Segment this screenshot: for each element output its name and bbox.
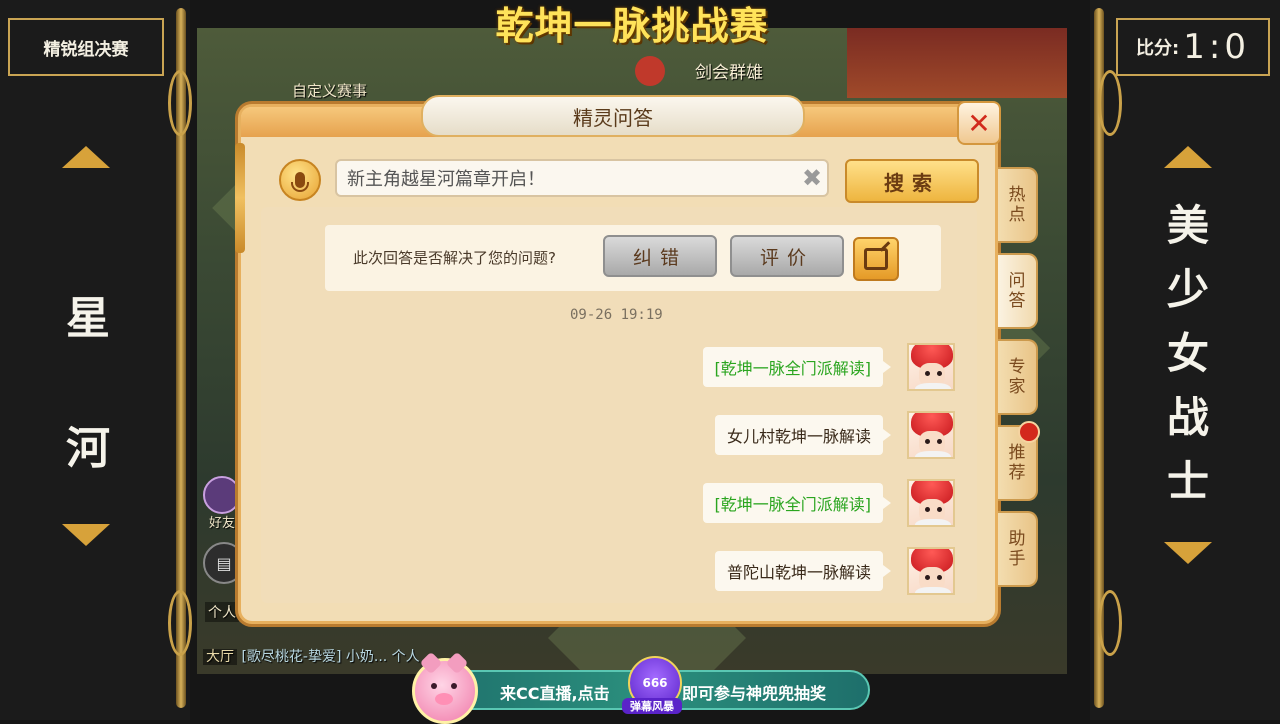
dialog-title: 精灵问答 (421, 95, 805, 137)
voice-input-button[interactable] (279, 159, 321, 201)
close-icon: ✕ (967, 106, 991, 140)
share-button[interactable] (853, 237, 899, 281)
chat-message: [乾坤一脉全门派解读] (655, 479, 955, 527)
avatar (907, 547, 955, 595)
tab-assistant[interactable]: 助手 (998, 511, 1038, 587)
right-ornament-bottom (1098, 590, 1122, 656)
avatar (907, 479, 955, 527)
left-team-name: 星河 (66, 293, 110, 474)
left-team-panel: 精锐组决赛 星河 (0, 0, 192, 720)
scene-building (847, 28, 1067, 98)
arena-label: 剑会群雄 (695, 63, 763, 83)
arena-badge-icon[interactable] (635, 56, 665, 86)
avatar (907, 411, 955, 459)
spirit-qa-dialog: 精灵问答 ✕ ✖ 搜索 此次回答是否解决了您的问题? 纠错 评价 09-26 1… (235, 95, 1040, 624)
score-box: 比分: 1:0 (1116, 18, 1270, 76)
chat-message: 普陀山乾坤一脉解读 (655, 547, 955, 595)
tab-expert[interactable]: 专家 (998, 339, 1038, 415)
close-button[interactable]: ✕ (957, 101, 1001, 145)
chevron-up-icon (62, 146, 110, 168)
rate-button[interactable]: 评价 (730, 235, 844, 277)
microphone-icon (291, 172, 309, 192)
chat-message: 女儿村乾坤一脉解读 (655, 411, 955, 459)
tassel-ornament (235, 143, 245, 253)
banner-text-right: 即可参与神兜兜抽奖 (682, 684, 827, 703)
right-team-panel: 比分: 1:0 美少女战士 (1090, 0, 1280, 720)
correct-error-button[interactable]: 纠错 (603, 235, 717, 277)
right-team-name: 美少女战士 (1166, 201, 1209, 506)
search-button[interactable]: 搜索 (845, 159, 979, 203)
message-bubble[interactable]: [乾坤一脉全门派解读] (702, 483, 891, 523)
banner-text-left: 来CC直播,点击 (500, 684, 610, 703)
chat-snippet: [歌尽桃花-挚爱] 小奶... 个人 (241, 649, 420, 665)
personal-label[interactable]: 个人 (205, 602, 239, 622)
tab-qa[interactable]: 问答 (998, 253, 1038, 329)
feedback-question: 此次回答是否解决了您的问题? (353, 249, 556, 267)
chat-line: 大厅 [歌尽桃花-挚爱] 小奶... 个人 (203, 646, 420, 666)
message-bubble[interactable]: 女儿村乾坤一脉解读 (714, 415, 892, 455)
danmaku-badge-label: 弹幕风暴 (622, 698, 682, 714)
avatar (907, 343, 955, 391)
chat-message: [乾坤一脉全门派解读] (655, 343, 955, 391)
score-value: 1:0 (1183, 27, 1250, 67)
pig-mascot-icon (412, 651, 478, 724)
chevron-down-icon (62, 524, 110, 546)
left-ornament-top (168, 70, 192, 136)
right-ornament-top (1098, 70, 1122, 136)
promo-banner[interactable]: 来CC直播,点击 666 弹幕风暴 即可参与神兜兜抽奖 (412, 651, 870, 724)
left-ornament-bottom (168, 590, 192, 656)
clear-search-icon[interactable]: ✖ (799, 164, 825, 192)
chevron-down-icon (1164, 542, 1212, 564)
feedback-panel: 此次回答是否解决了您的问题? 纠错 评价 (325, 225, 941, 291)
search-input[interactable] (335, 159, 829, 197)
friends-label[interactable]: 好友 (209, 512, 235, 531)
friends-icon[interactable] (203, 476, 241, 514)
score-label: 比分: (1136, 38, 1180, 59)
chat-channel: 大厅 (203, 649, 237, 665)
round-label: 精锐组决赛 (8, 18, 164, 76)
share-icon (864, 248, 888, 270)
message-bubble[interactable]: [乾坤一脉全门派解读] (702, 347, 891, 387)
message-bubble[interactable]: 普陀山乾坤一脉解读 (714, 551, 892, 591)
event-title: 乾坤一脉挑战赛 (495, 3, 769, 48)
chevron-up-icon (1164, 146, 1212, 168)
message-timestamp: 09-26 19:19 (570, 307, 663, 323)
tab-hot[interactable]: 热点 (998, 167, 1038, 243)
notification-dot (1018, 421, 1040, 443)
custom-match-label[interactable]: 自定义赛事 (292, 80, 367, 101)
